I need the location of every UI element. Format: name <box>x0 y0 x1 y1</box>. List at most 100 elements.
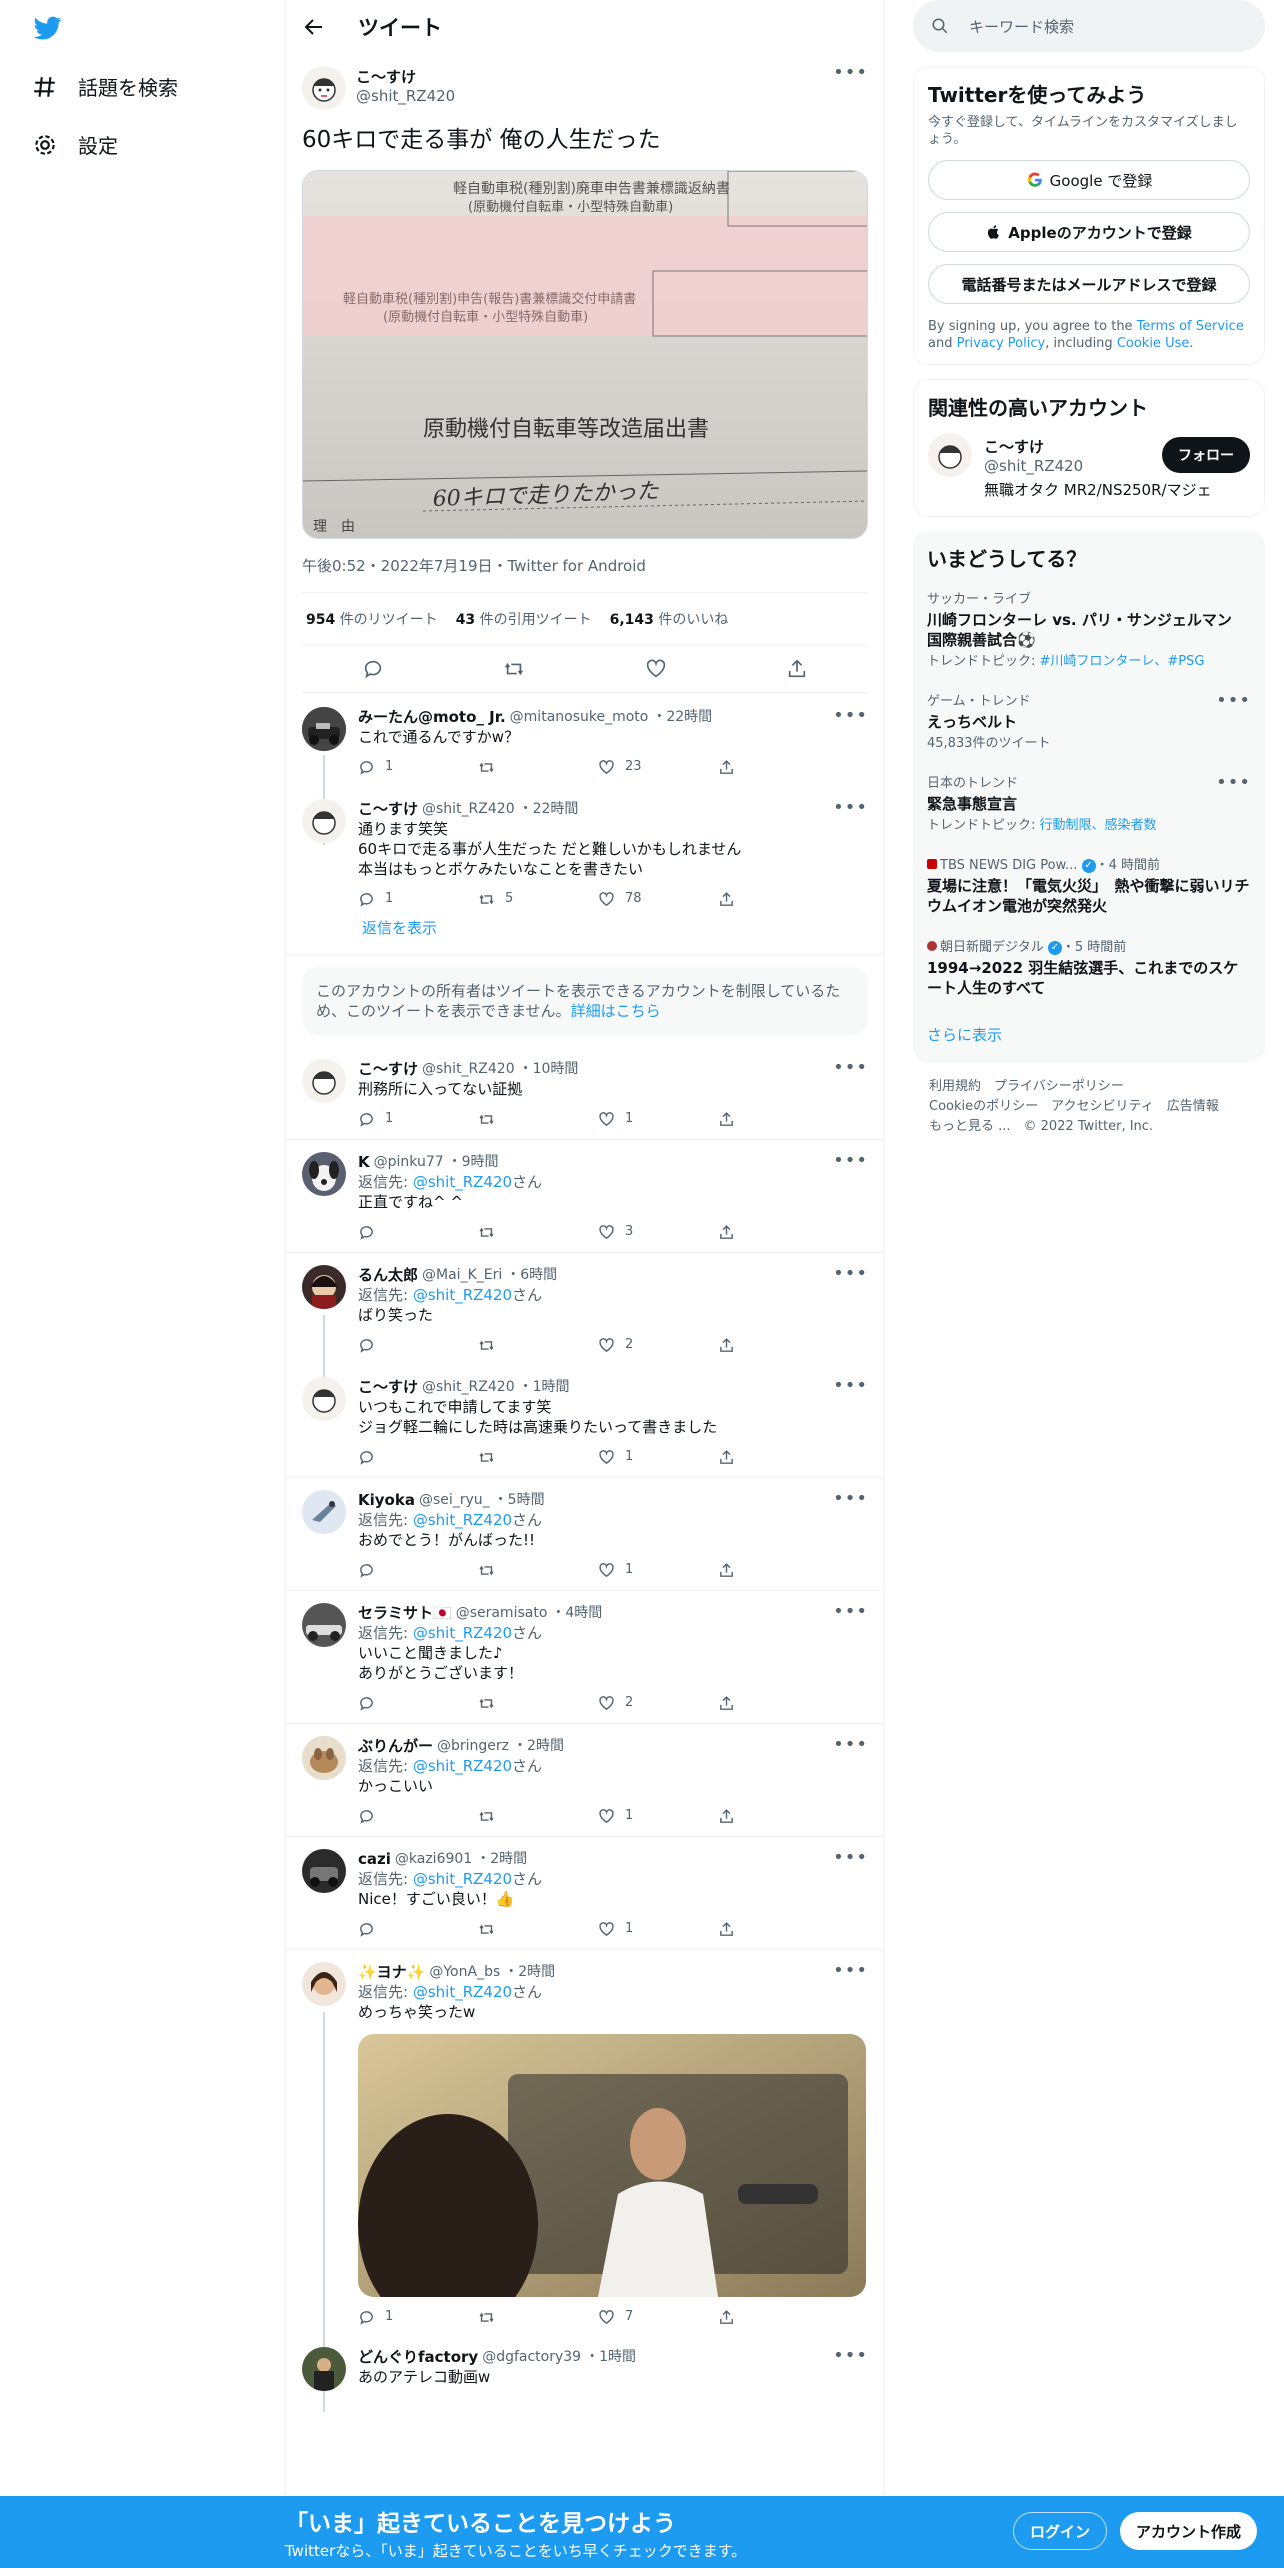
cookie-link[interactable]: Cookie Use <box>1117 336 1190 351</box>
show-replies-link[interactable]: 返信を表示 <box>286 913 884 955</box>
news-item[interactable]: 朝日新聞デジタル ✓ ・5 時間前 1994→2022 羽生結弦選手、これまでのス… <box>927 926 1251 1008</box>
reply-tweet[interactable]: ぶりんがー @bringerz ・2時間 返信先: @shit_RZ420さん かっ… <box>286 1724 884 1837</box>
reply-author-handle[interactable]: @mitanosuke_moto <box>510 707 649 727</box>
avatar[interactable] <box>302 1490 346 1534</box>
reply-author-name[interactable]: こ〜すけ <box>358 1377 418 1397</box>
reply-image[interactable] <box>358 2034 866 2297</box>
like-stat[interactable]: 6,143 件のいいね <box>610 609 729 629</box>
like-button[interactable]: 2 <box>598 1693 678 1713</box>
more-options-icon[interactable]: ••• <box>833 1960 868 1981</box>
reply-time[interactable]: ・4時間 <box>551 1603 602 1623</box>
trend-item[interactable]: 日本のトレンド 緊急事態宣言 トレンドトピック: 行動制限、感染者数 ••• <box>927 762 1251 844</box>
reply-author-handle[interactable]: @kazi6901 <box>395 1849 472 1869</box>
reply-author-handle[interactable]: @shit_RZ420 <box>422 1377 515 1397</box>
reply-author-name[interactable]: こ〜すけ <box>358 1059 418 1079</box>
more-options-icon[interactable]: ••• <box>833 1375 868 1396</box>
reply-to-link[interactable]: @shit_RZ420 <box>413 1983 512 2001</box>
more-options-icon[interactable]: ••• <box>833 1601 868 1622</box>
avatar[interactable] <box>302 66 346 110</box>
more-options-icon[interactable]: ••• <box>833 1150 868 1171</box>
share-button[interactable] <box>718 1919 798 1939</box>
reply-tweet[interactable]: こ〜すけ @shit_RZ420 ・1時間 いつもこれで申請してます笑 ジョグ軽二輪… <box>286 1359 884 1478</box>
reply-tweet[interactable]: みーたん@moto_ Jr. @mitanosuke_moto ・22時間 これで通… <box>286 693 884 845</box>
more-options-icon[interactable]: ••• <box>833 2345 868 2366</box>
login-button[interactable]: ログイン <box>1013 2512 1108 2550</box>
avatar[interactable] <box>928 433 972 477</box>
reply-author-handle[interactable]: @Mai_K_Eri <box>422 1265 502 1285</box>
reply-author-name[interactable]: るん太郎 <box>358 1265 418 1285</box>
reply-author-handle[interactable]: @seramisato <box>456 1603 548 1623</box>
reply-button[interactable] <box>358 1447 438 1467</box>
retweet-button[interactable]: 5 <box>478 889 558 909</box>
reply-author-handle[interactable]: @bringerz <box>437 1736 509 1756</box>
retweet-button[interactable] <box>478 1919 558 1939</box>
quote-stat[interactable]: 43 件の引用ツイート <box>456 609 592 629</box>
reply-time[interactable]: ・1時間 <box>519 1377 570 1397</box>
reply-button[interactable]: 1 <box>358 757 438 777</box>
reply-tweet[interactable]: どんぐりfactory @dgfactory39 ・1時間 あのアテレコ動画w ••… <box>286 2331 884 2395</box>
signup-button[interactable]: アカウント作成 <box>1120 2512 1258 2550</box>
more-options-icon[interactable]: ••• <box>833 1488 868 1509</box>
reply-button[interactable]: 1 <box>358 1109 438 1129</box>
search-bar[interactable]: キーワード検索 <box>913 0 1265 52</box>
avatar[interactable] <box>302 1059 346 1103</box>
privacy-link[interactable]: Privacy Policy <box>957 336 1046 351</box>
search-input[interactable]: キーワード検索 <box>969 16 1074 37</box>
share-button[interactable] <box>718 1806 798 1826</box>
back-arrow-icon[interactable] <box>302 15 326 39</box>
like-button[interactable]: 2 <box>598 1335 678 1355</box>
footer-links[interactable]: 利用規約 プライバシーポリシー Cookieのポリシー アクセシビリティ 広告情… <box>913 1063 1265 1151</box>
like-button[interactable]: 7 <box>598 2307 678 2327</box>
reply-author-handle[interactable]: @sei_ryu_ <box>419 1490 490 1510</box>
retweet-button[interactable] <box>478 1693 558 1713</box>
like-button[interactable]: 1 <box>598 1447 678 1467</box>
reply-tweet[interactable]: ✨ヨナ✨ @YonA_bs ・2時間 返信先: @shit_RZ420さん めっちゃ… <box>286 1950 884 2412</box>
like-button[interactable]: 78 <box>598 889 678 909</box>
learn-more-link[interactable]: 詳細はこちら <box>571 1002 661 1020</box>
reply-author-handle[interactable]: @shit_RZ420 <box>422 799 515 819</box>
trend-item[interactable]: サッカー・ライブ 川崎フロンターレ vs. パリ・サンジェルマン 国際親善試合⚽… <box>927 578 1251 680</box>
retweet-icon[interactable] <box>503 658 525 680</box>
avatar[interactable] <box>302 1377 346 1421</box>
reply-author-handle[interactable]: @dgfactory39 <box>482 2347 581 2367</box>
reply-time[interactable]: ・2時間 <box>504 1962 555 1982</box>
reply-time[interactable]: ・2時間 <box>476 1849 527 1869</box>
avatar[interactable] <box>302 1736 346 1780</box>
author-name[interactable]: こ〜すけ <box>356 66 455 87</box>
reply-to-link[interactable]: @shit_RZ420 <box>413 1757 512 1775</box>
reply-author-handle[interactable]: @YonA_bs <box>429 1962 500 1982</box>
like-button[interactable]: 1 <box>598 1560 678 1580</box>
reply-to-link[interactable]: @shit_RZ420 <box>413 1286 512 1304</box>
reply-button[interactable] <box>358 1222 438 1242</box>
reply-time[interactable]: ・9時間 <box>448 1152 499 1172</box>
like-icon[interactable] <box>645 658 667 680</box>
retweet-button[interactable] <box>478 757 558 777</box>
show-more-link[interactable]: さらに表示 <box>927 1008 1251 1051</box>
retweet-button[interactable] <box>478 2307 558 2327</box>
retweet-button[interactable] <box>478 1335 558 1355</box>
author-handle[interactable]: @shit_RZ420 <box>356 87 455 105</box>
reply-time[interactable]: ・5時間 <box>494 1490 545 1510</box>
retweet-button[interactable] <box>478 1560 558 1580</box>
more-options-icon[interactable]: ••• <box>1216 690 1251 711</box>
reply-tweet[interactable]: cazi @kazi6901 ・2時間 返信先: @shit_RZ420さん Nic… <box>286 1837 884 1950</box>
share-button[interactable] <box>718 1109 798 1129</box>
reply-button[interactable] <box>358 1919 438 1939</box>
reply-author-name[interactable]: みーたん@moto_ Jr. <box>358 707 506 727</box>
reply-author-name[interactable]: cazi <box>358 1849 391 1869</box>
retweet-button[interactable] <box>478 1447 558 1467</box>
reply-author-name[interactable]: Kiyoka <box>358 1490 415 1510</box>
avatar[interactable] <box>302 1152 346 1196</box>
share-button[interactable] <box>718 2307 798 2327</box>
avatar[interactable] <box>302 1265 346 1309</box>
reply-author-name[interactable]: セラミサト🇯🇵 <box>358 1603 452 1623</box>
share-icon[interactable] <box>786 658 808 680</box>
like-button[interactable]: 23 <box>598 757 678 777</box>
reply-button[interactable]: 1 <box>358 889 438 909</box>
reply-tweet[interactable]: るん太郎 @Mai_K_Eri ・6時間 返信先: @shit_RZ420さん ばり… <box>286 1253 884 1393</box>
reply-tweet[interactable]: K @pinku77 ・9時間 返信先: @shit_RZ420さん 正直ですね^ … <box>286 1140 884 1253</box>
reply-button[interactable] <box>358 1806 438 1826</box>
more-options-icon[interactable]: ••• <box>833 705 868 726</box>
nav-explore[interactable]: 話題を検索 <box>32 72 178 101</box>
reply-button[interactable] <box>358 1335 438 1355</box>
